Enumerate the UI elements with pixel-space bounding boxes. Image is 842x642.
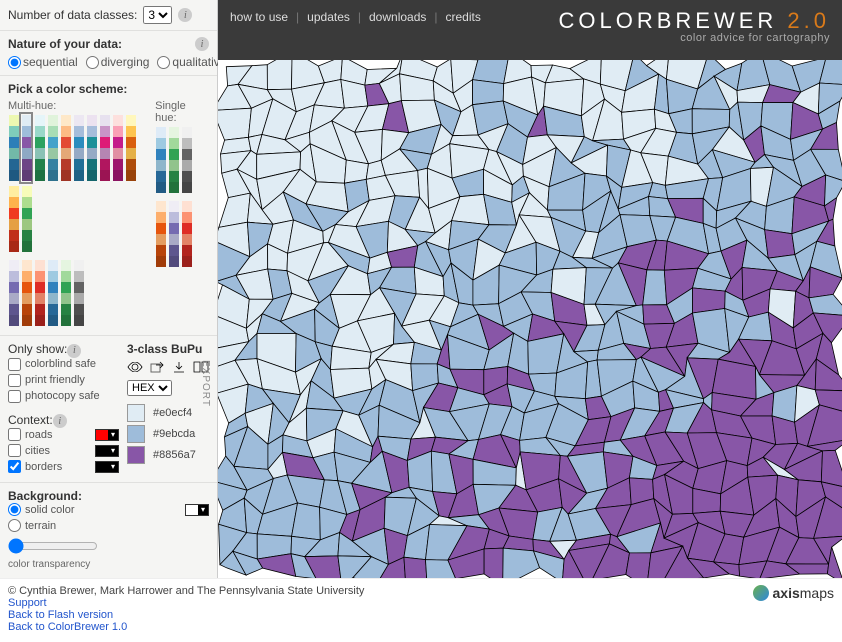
- legend-row: #8856a7: [127, 446, 209, 464]
- single-hue-label: Single hue:: [155, 100, 209, 124]
- color-ramp[interactable]: [73, 259, 83, 327]
- scheme-detail-section: Only show:i colorblind safe print friend…: [0, 336, 217, 483]
- bg-terrain[interactable]: terrain: [8, 519, 209, 532]
- color-format-select[interactable]: HEX: [127, 380, 172, 396]
- color-ramp[interactable]: [60, 259, 70, 327]
- cities-color-picker[interactable]: ▾: [95, 445, 119, 457]
- support-link[interactable]: Support: [8, 597, 364, 609]
- download-icon[interactable]: [171, 360, 187, 374]
- nav-credits[interactable]: credits: [446, 10, 481, 24]
- context-borders[interactable]: borders ▾: [8, 460, 119, 473]
- color-ramp[interactable]: [155, 200, 165, 268]
- only-show-photocopy[interactable]: photocopy safe: [8, 390, 119, 403]
- legend-swatch: [127, 404, 145, 422]
- color-ramp[interactable]: [47, 114, 57, 182]
- legend-hex: #e0ecf4: [153, 407, 192, 419]
- v1-link[interactable]: Back to ColorBrewer 1.0: [8, 621, 364, 633]
- color-ramp[interactable]: [34, 114, 44, 182]
- nav-updates[interactable]: updates: [307, 10, 350, 24]
- scheme-tool-icons: [127, 360, 209, 374]
- legend-swatch: [127, 446, 145, 464]
- color-ramp[interactable]: [47, 259, 57, 327]
- legend-row: #9ebcda: [127, 425, 209, 443]
- multi-hue-label: Multi-hue:: [8, 100, 135, 112]
- export-vertical-label[interactable]: EXPORT: [200, 360, 211, 407]
- context-group: Context:i roads ▾ cities ▾ borders ▾: [8, 413, 119, 474]
- sidebar: Number of data classes: 3 i Nature of yo…: [0, 0, 218, 578]
- transparency-label: color transparency: [8, 559, 209, 570]
- bg-solid[interactable]: solid color ▾: [8, 503, 209, 516]
- pick-scheme-label: Pick a color scheme:: [8, 82, 209, 96]
- only-show-label: Only show:: [8, 342, 67, 356]
- context-roads[interactable]: roads ▾: [8, 428, 119, 441]
- nav-downloads[interactable]: downloads: [369, 10, 426, 24]
- legend-hex: #8856a7: [153, 449, 196, 461]
- scheme-picker-section: Pick a color scheme: Multi-hue: Single h…: [0, 76, 217, 336]
- color-ramp[interactable]: [8, 114, 18, 182]
- color-ramp[interactable]: [181, 126, 191, 194]
- num-classes-label: Number of data classes:: [8, 8, 137, 22]
- only-show-group: Only show:i colorblind safe print friend…: [8, 342, 119, 403]
- num-classes-section: Number of data classes: 3 i: [0, 0, 217, 31]
- color-ramp[interactable]: [73, 114, 83, 182]
- roads-color-picker[interactable]: ▾: [95, 429, 119, 441]
- nature-diverging[interactable]: diverging: [86, 55, 150, 69]
- color-ramp[interactable]: [8, 185, 18, 253]
- axismaps-logo[interactable]: axismaps: [753, 585, 834, 601]
- color-ramp[interactable]: [99, 114, 109, 182]
- brand-name: COLORBREWER: [558, 8, 777, 33]
- transparency-slider[interactable]: [8, 538, 98, 554]
- legend-hex: #9ebcda: [153, 428, 195, 440]
- color-ramp[interactable]: [21, 185, 31, 253]
- choropleth-map[interactable]: [218, 60, 842, 578]
- nature-label: Nature of your data:: [8, 37, 122, 51]
- eye-icon[interactable]: [127, 360, 143, 374]
- footer: © Cynthia Brewer, Mark Harrower and The …: [0, 578, 842, 639]
- brand: COLORBREWER 2.0 color advice for cartogr…: [558, 8, 830, 44]
- legend-row: #e0ecf4: [127, 404, 209, 422]
- bg-color-picker[interactable]: ▾: [185, 504, 209, 516]
- color-ramp[interactable]: [125, 114, 135, 182]
- color-ramp[interactable]: [34, 259, 44, 327]
- globe-icon: [753, 585, 769, 601]
- nature-qualitative[interactable]: qualitative: [157, 55, 226, 69]
- nature-sequential[interactable]: sequential: [8, 55, 78, 69]
- borders-color-picker[interactable]: ▾: [95, 461, 119, 473]
- main-content: how to use| updates| downloads| credits …: [218, 0, 842, 578]
- top-bar: how to use| updates| downloads| credits …: [218, 0, 842, 60]
- nav-how-to-use[interactable]: how to use: [230, 10, 288, 24]
- color-ramp[interactable]: [21, 114, 31, 182]
- num-classes-select[interactable]: 3: [143, 6, 172, 24]
- color-ramp[interactable]: [112, 114, 122, 182]
- info-icon[interactable]: i: [178, 8, 192, 22]
- background-label: Background:: [8, 489, 82, 503]
- nature-section: Nature of your data: i sequential diverg…: [0, 31, 217, 76]
- only-show-print[interactable]: print friendly: [8, 374, 119, 387]
- color-ramp[interactable]: [60, 114, 70, 182]
- background-section: Background: solid color ▾ terrain color …: [0, 483, 217, 576]
- flash-link[interactable]: Back to Flash version: [8, 609, 364, 621]
- only-show-colorblind[interactable]: colorblind safe: [8, 358, 119, 371]
- color-ramp[interactable]: [168, 200, 178, 268]
- context-label: Context:: [8, 413, 53, 427]
- info-icon[interactable]: i: [195, 37, 209, 51]
- info-icon[interactable]: i: [67, 344, 81, 358]
- export-icon[interactable]: [149, 360, 165, 374]
- color-ramp[interactable]: [155, 126, 165, 194]
- info-icon[interactable]: i: [53, 414, 67, 428]
- copyright: © Cynthia Brewer, Mark Harrower and The …: [8, 585, 364, 597]
- scheme-name: 3-class BuPu: [127, 342, 209, 356]
- legend-swatch: [127, 425, 145, 443]
- color-ramp[interactable]: [8, 259, 18, 327]
- context-cities[interactable]: cities ▾: [8, 444, 119, 457]
- color-ramp[interactable]: [86, 114, 96, 182]
- brand-version: 2.0: [787, 8, 830, 33]
- top-nav: how to use| updates| downloads| credits: [230, 8, 481, 24]
- color-ramp[interactable]: [181, 200, 191, 268]
- color-ramp[interactable]: [21, 259, 31, 327]
- color-ramp[interactable]: [168, 126, 178, 194]
